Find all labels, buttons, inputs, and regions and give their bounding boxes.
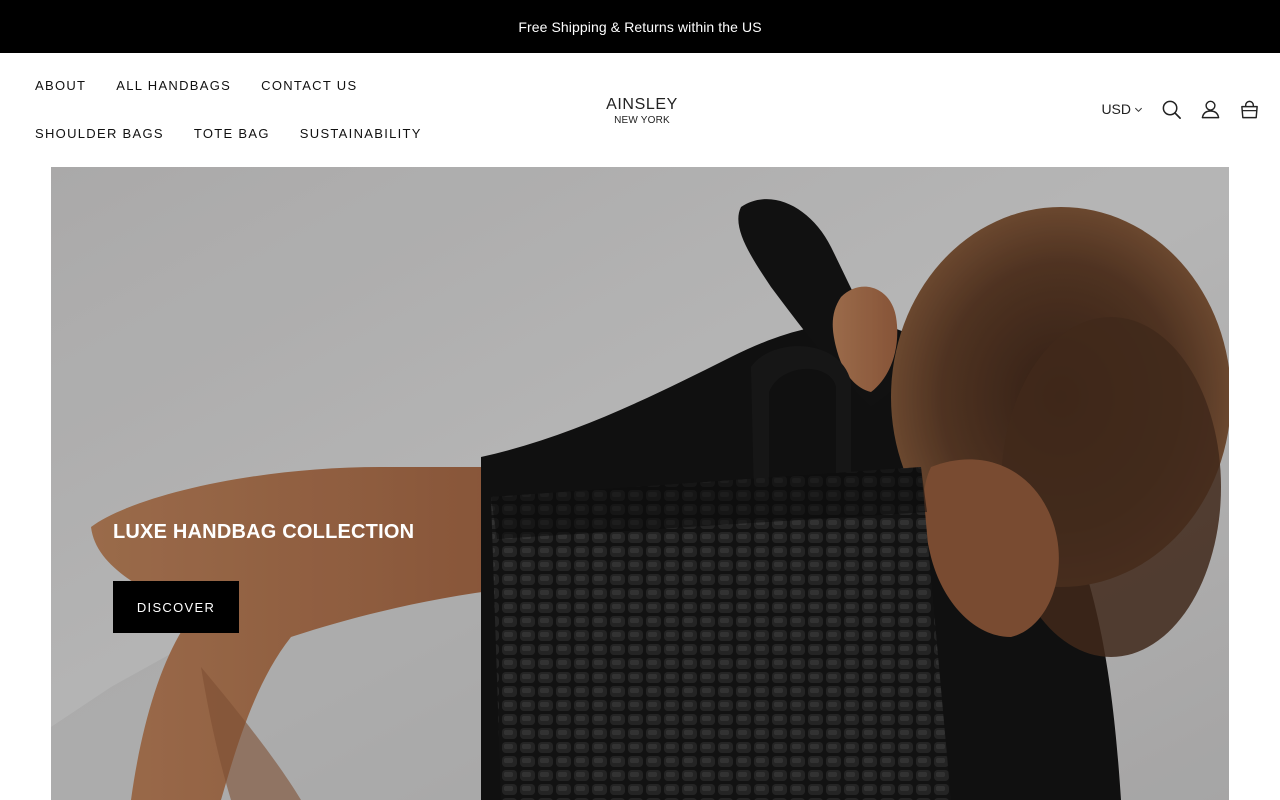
nav-row-secondary: SHOULDER BAGS TOTE BAG SUSTAINABILITY — [35, 126, 422, 141]
nav-item-shoulder-bags[interactable]: SHOULDER BAGS — [35, 126, 164, 141]
nav-item-about[interactable]: ABOUT — [35, 78, 86, 93]
announcement-text: Free Shipping & Returns within the US — [518, 18, 762, 35]
header-tools: USD — [1101, 97, 1260, 121]
currency-value: USD — [1101, 101, 1131, 117]
hero-banner: LUXE HANDBAG COLLECTION DISCOVER — [51, 167, 1229, 800]
nav-item-all-handbags[interactable]: ALL HANDBAGS — [116, 78, 231, 93]
discover-button[interactable]: DISCOVER — [113, 581, 239, 633]
chevron-down-icon — [1134, 107, 1143, 112]
search-icon[interactable] — [1161, 99, 1182, 120]
hero-overlay — [51, 167, 1229, 800]
cart-icon[interactable] — [1239, 99, 1260, 120]
hero-heading: LUXE HANDBAG COLLECTION — [113, 521, 415, 543]
nav-row-primary: ABOUT ALL HANDBAGS CONTACT US — [35, 78, 357, 93]
logo-subtitle: NEW YORK — [614, 115, 670, 126]
nav-item-sustainability[interactable]: SUSTAINABILITY — [300, 126, 422, 141]
logo-wordmark: AINSLEY — [606, 96, 678, 113]
currency-selector[interactable]: USD — [1101, 101, 1143, 117]
nav-item-contact-us[interactable]: CONTACT US — [261, 78, 357, 93]
account-icon[interactable] — [1200, 99, 1221, 120]
main-navigation: ABOUT ALL HANDBAGS CONTACT US SHOULDER B… — [35, 53, 555, 167]
announcement-bar: Free Shipping & Returns within the US — [0, 0, 1280, 53]
nav-item-tote-bag[interactable]: TOTE BAG — [194, 126, 270, 141]
site-header: ABOUT ALL HANDBAGS CONTACT US SHOULDER B… — [0, 53, 1280, 167]
brand-logo[interactable]: AINSLEY NEW YORK — [590, 95, 694, 127]
